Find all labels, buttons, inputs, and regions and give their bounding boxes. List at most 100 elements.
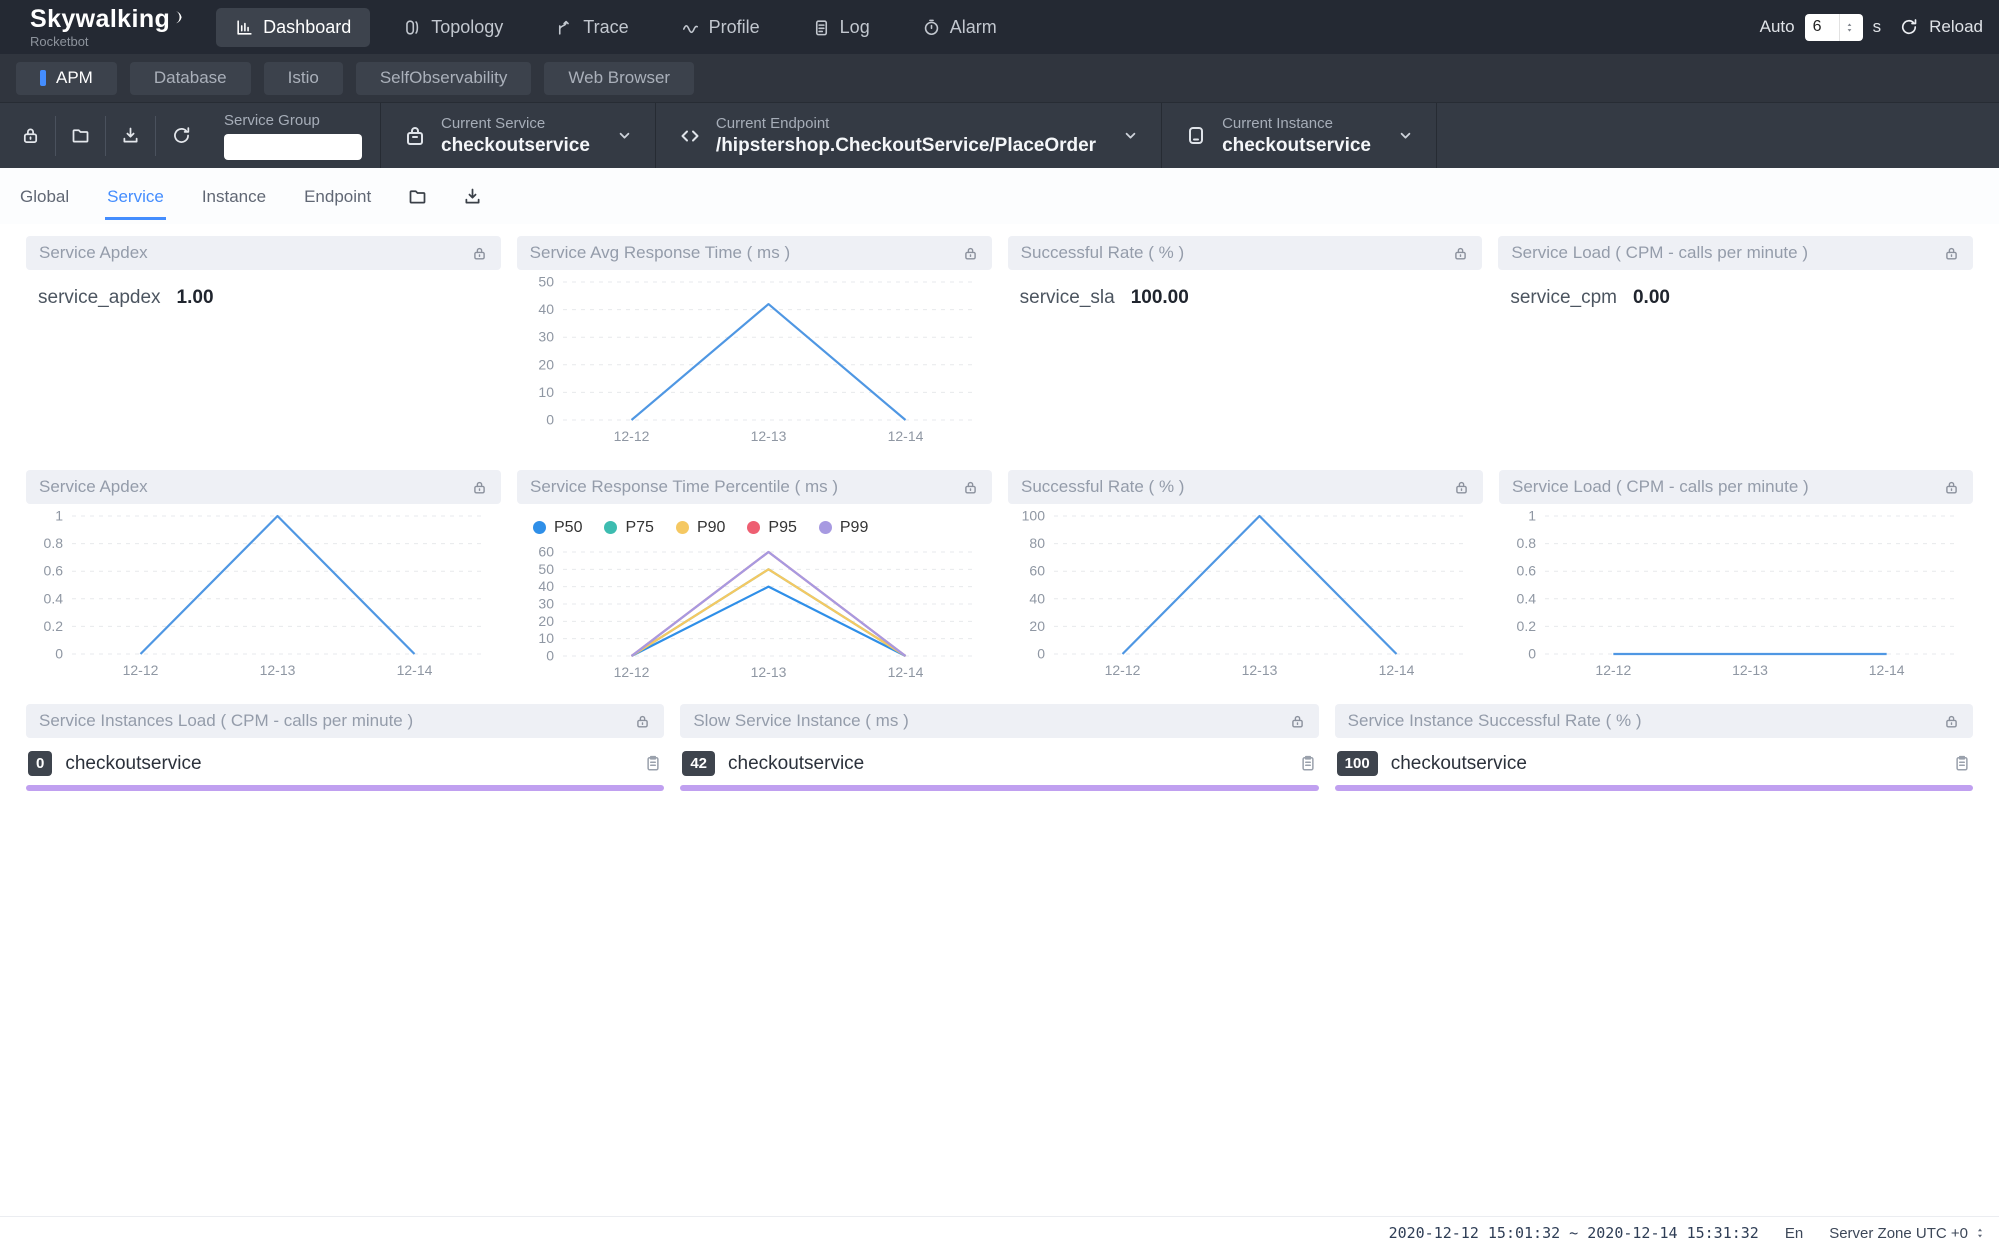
topnav-items: Dashboard Topology Trace Profile Log Alarm [216,8,1016,47]
template-tab-web-browser[interactable]: Web Browser [544,62,694,95]
time-range-picker[interactable]: 2020-12-12 15:01:32 ~ 2020-12-14 15:31:3… [1389,1224,1759,1242]
panel-header: Successful Rate ( % ) [1008,470,1483,504]
svg-text:12-12: 12-12 [613,428,649,444]
selector-current-service[interactable]: Current Servicecheckoutservice [381,103,656,168]
panel-successful-rate: Successful Rate ( % )service_sla100.00 [1008,236,1483,458]
lock-icon [471,245,488,262]
template-tab-label: Istio [288,68,319,88]
toolbar-icon-buttons [6,116,206,156]
server-zone-selector[interactable]: Server Zone UTC +0 [1829,1225,1987,1242]
auto-interval-stepper[interactable] [1805,14,1863,41]
panel-lock-button[interactable] [634,713,651,730]
selector-caption: Current Endpoint [716,115,1096,132]
service-group-input[interactable] [224,134,362,160]
instance-row[interactable]: 0checkoutservice [26,738,664,776]
metric-name: service_sla [1020,287,1115,309]
template-tab-label: SelfObservability [380,68,508,88]
svg-text:12-12: 12-12 [614,664,650,680]
metric: service_apdex1.00 [26,270,501,326]
logo-title: Skywalking [30,7,186,32]
refresh-button[interactable] [156,116,206,156]
nav-item-topology[interactable]: Topology [384,8,522,47]
template-tab-apm[interactable]: APM [16,62,117,95]
panel-lock-button[interactable] [1943,479,1960,496]
panel-title: Service Avg Response Time ( ms ) [530,243,790,263]
nav-item-alarm[interactable]: Alarm [903,8,1016,47]
selector-current-endpoint[interactable]: Current Endpoint/hipstershop.CheckoutSer… [656,103,1162,168]
clipboard-button[interactable] [644,754,662,772]
panel-lock-button[interactable] [471,479,488,496]
panel-lock-button[interactable] [471,245,488,262]
svg-text:0.2: 0.2 [1517,618,1537,634]
panel-lock-button[interactable] [1289,713,1306,730]
line-chart-service-response-time-percentile: 010203040506012-1212-1312-14 [517,540,992,686]
template-tab-selfobservability[interactable]: SelfObservability [356,62,532,95]
selector-current-instance[interactable]: Current Instancecheckoutservice [1162,103,1437,168]
nav-item-profile[interactable]: Profile [662,8,779,47]
lock-icon [471,479,488,496]
legend-item-p90[interactable]: P90 [676,519,725,537]
instance-row[interactable]: 42checkoutservice [680,738,1318,776]
auto-interval-input[interactable] [1805,18,1839,36]
tab-global[interactable]: Global [18,172,71,220]
reload-button[interactable]: Reload [1929,17,1983,37]
logo-subtitle: Rocketbot [30,35,186,48]
nav-item-log[interactable]: Log [793,8,889,47]
svg-text:12-13: 12-13 [750,428,786,444]
panel-body: 100checkoutservice [1335,738,1973,795]
legend-item-p95[interactable]: P95 [747,519,796,537]
folder-button[interactable] [56,116,106,156]
clipboard-button[interactable] [1299,754,1317,772]
svg-text:20: 20 [538,613,554,629]
folder-icon [70,125,91,146]
svg-text:12-14: 12-14 [888,664,924,680]
panel-lock-button[interactable] [962,479,979,496]
tab-service[interactable]: Service [105,172,166,220]
metric-value: 1.00 [177,287,214,309]
panel-lock-button[interactable] [1453,479,1470,496]
log-icon [812,18,831,37]
template-tab-database[interactable]: Database [130,62,251,95]
dashboard-import-button[interactable] [462,186,483,207]
panel-title: Service Load ( CPM - calls per minute ) [1512,477,1809,497]
svg-text:80: 80 [1029,535,1045,551]
dashboard-folder-button[interactable] [407,186,428,207]
svg-text:0: 0 [546,648,554,664]
clipboard-button[interactable] [1953,754,1971,772]
panel-title: Slow Service Instance ( ms ) [693,711,908,731]
selector-caption: Current Instance [1222,115,1371,132]
template-tab-istio[interactable]: Istio [264,62,343,95]
folder-icon [407,186,428,207]
reload-icon[interactable] [1899,17,1919,37]
nav-item-dashboard[interactable]: Dashboard [216,8,370,47]
clipboard-icon [1299,754,1317,772]
chevron-down-icon [1122,127,1139,144]
stepper-arrows[interactable] [1839,14,1859,41]
metric-name: service_cpm [1510,287,1617,309]
panel-lock-button[interactable] [1452,245,1469,262]
tab-endpoint[interactable]: Endpoint [302,172,373,220]
panel-lock-button[interactable] [1943,713,1960,730]
language-selector[interactable]: En [1785,1225,1803,1242]
alarm-icon [922,18,941,37]
legend-item-p50[interactable]: P50 [533,519,582,537]
legend-item-p99[interactable]: P99 [819,519,868,537]
legend-dot [819,521,832,534]
lock-button[interactable] [6,116,56,156]
nav-item-trace[interactable]: Trace [536,8,647,47]
svg-text:0.4: 0.4 [44,590,64,606]
download-button[interactable] [106,116,156,156]
panel-lock-button[interactable] [1943,245,1960,262]
nav-item-label: Trace [583,17,628,38]
svg-text:0: 0 [546,412,554,428]
panel-body: 42checkoutservice [680,738,1318,795]
instance-row[interactable]: 100checkoutservice [1335,738,1973,776]
tab-instance[interactable]: Instance [200,172,268,220]
legend-label: P90 [697,519,725,537]
legend-dot [676,521,689,534]
panel-lock-button[interactable] [962,245,979,262]
legend-item-p75[interactable]: P75 [604,519,653,537]
legend-label: P95 [768,519,796,537]
panel-service-response-time-percentile-ms: Service Response Time Percentile ( ms )P… [517,470,992,692]
legend-dot [747,521,760,534]
